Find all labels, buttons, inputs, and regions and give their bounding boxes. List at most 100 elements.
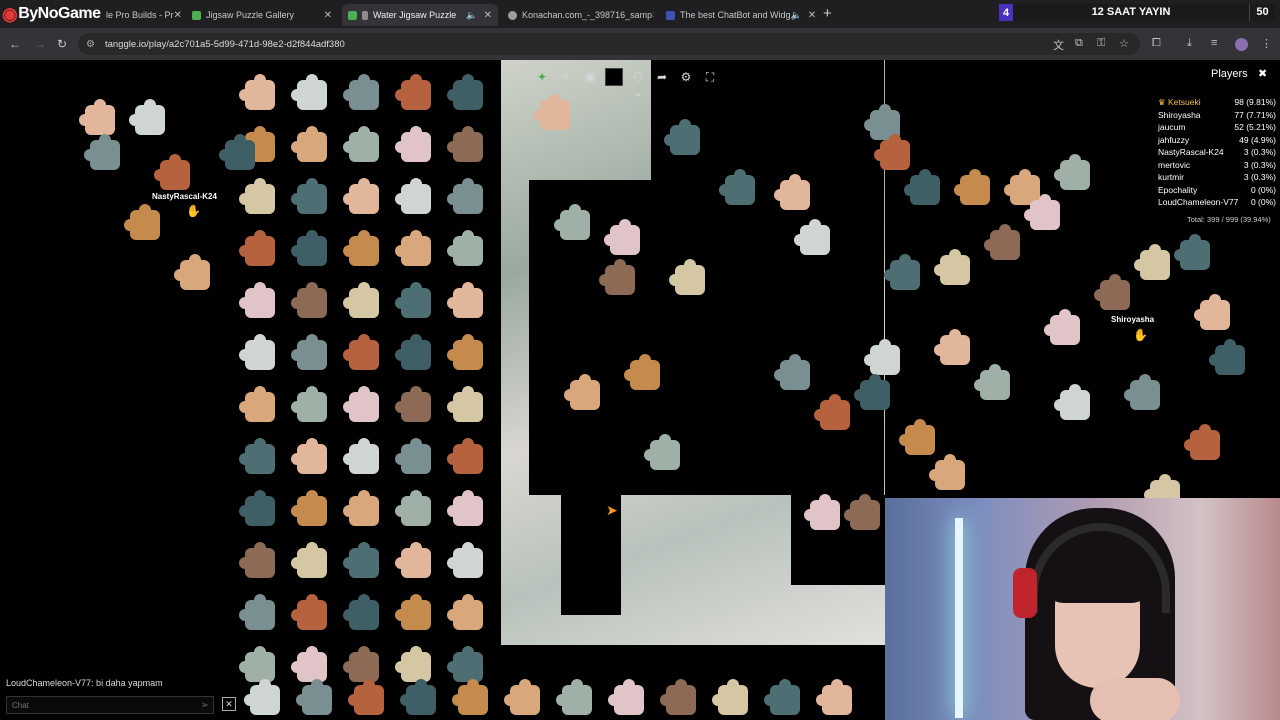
- puzzle-piece[interactable]: [291, 542, 327, 578]
- puzzle-piece[interactable]: [395, 126, 431, 162]
- puzzle-piece[interactable]: [239, 490, 275, 526]
- puzzle-piece[interactable]: [395, 438, 431, 474]
- puzzle-piece[interactable]: [291, 490, 327, 526]
- puzzle-piece[interactable]: [291, 282, 327, 318]
- puzzle-piece[interactable]: [395, 490, 431, 526]
- puzzle-piece[interactable]: [1209, 339, 1245, 375]
- puzzle-piece[interactable]: [447, 126, 483, 162]
- puzzle-piece[interactable]: [154, 154, 190, 190]
- puzzle-piece[interactable]: [1174, 234, 1210, 270]
- puzzle-piece[interactable]: [343, 334, 379, 370]
- close-tab-icon[interactable]: ✕: [484, 10, 492, 21]
- puzzle-piece[interactable]: [934, 329, 970, 365]
- puzzle-piece[interactable]: [712, 679, 748, 715]
- puzzle-piece[interactable]: [395, 74, 431, 110]
- puzzle-piece[interactable]: [239, 386, 275, 422]
- puzzle-piece[interactable]: [291, 646, 327, 682]
- puzzle-piece[interactable]: [239, 594, 275, 630]
- puzzle-piece[interactable]: [1194, 294, 1230, 330]
- puzzle-piece[interactable]: [974, 364, 1010, 400]
- puzzle-piece[interactable]: [343, 386, 379, 422]
- puzzle-piece[interactable]: [239, 438, 275, 474]
- puzzle-piece[interactable]: [395, 594, 431, 630]
- puzzle-piece[interactable]: [929, 454, 965, 490]
- forward-icon[interactable]: →: [34, 37, 46, 51]
- puzzle-piece[interactable]: [447, 282, 483, 318]
- puzzle-piece[interactable]: [239, 74, 275, 110]
- puzzle-piece[interactable]: [395, 178, 431, 214]
- puzzle-piece[interactable]: [764, 679, 800, 715]
- puzzle-piece[interactable]: [79, 99, 115, 135]
- back-icon[interactable]: ←: [9, 37, 21, 51]
- puzzle-piece[interactable]: [291, 230, 327, 266]
- puzzle-piece[interactable]: [343, 490, 379, 526]
- puzzle-piece[interactable]: [934, 249, 970, 285]
- puzzle-piece[interactable]: [669, 259, 705, 295]
- puzzle-piece[interactable]: [447, 230, 483, 266]
- puzzle-piece[interactable]: [343, 594, 379, 630]
- puzzle-piece[interactable]: [291, 178, 327, 214]
- background-color-button[interactable]: [605, 68, 623, 86]
- puzzle-piece[interactable]: [239, 646, 275, 682]
- puzzle-piece[interactable]: [343, 74, 379, 110]
- puzzle-piece[interactable]: [447, 438, 483, 474]
- puzzle-piece[interactable]: [1184, 424, 1220, 460]
- puzzle-piece[interactable]: [664, 119, 700, 155]
- puzzle-piece[interactable]: [564, 374, 600, 410]
- tab-jigsaw-gallery[interactable]: Jigsaw Puzzle Gallery ✕: [186, 4, 338, 26]
- puzzle-piece[interactable]: [174, 254, 210, 290]
- puzzle-piece[interactable]: [816, 679, 852, 715]
- tab-water-jigsaw[interactable]: Water Jigsaw Puzzle 🔈 ✕: [342, 4, 498, 26]
- puzzle-logo-icon[interactable]: ✦: [530, 65, 554, 89]
- puzzle-piece[interactable]: [343, 282, 379, 318]
- puzzle-piece[interactable]: [291, 126, 327, 162]
- puzzle-piece[interactable]: [239, 542, 275, 578]
- chat-input[interactable]: [12, 700, 192, 710]
- puzzle-piece[interactable]: [291, 594, 327, 630]
- puzzle-piece[interactable]: [124, 204, 160, 240]
- puzzle-piece[interactable]: [1134, 244, 1170, 280]
- site-info-icon[interactable]: ⚙: [86, 39, 95, 50]
- puzzle-piece[interactable]: [447, 490, 483, 526]
- extensions-icon[interactable]: ⧠: [1152, 37, 1161, 50]
- puzzle-piece[interactable]: [343, 126, 379, 162]
- puzzle-piece[interactable]: [291, 74, 327, 110]
- send-icon[interactable]: ➢: [201, 700, 209, 711]
- puzzle-piece[interactable]: [984, 224, 1020, 260]
- puzzle-piece[interactable]: [348, 679, 384, 715]
- puzzle-piece[interactable]: [447, 386, 483, 422]
- close-tab-icon[interactable]: ✕: [808, 10, 815, 21]
- puzzle-piece[interactable]: [395, 230, 431, 266]
- settings-gear-icon[interactable]: ⚙: [674, 65, 698, 89]
- preview-image-icon[interactable]: ▣: [578, 65, 602, 89]
- puzzle-piece[interactable]: [447, 178, 483, 214]
- puzzle-piece[interactable]: [244, 679, 280, 715]
- puzzle-piece[interactable]: [874, 134, 910, 170]
- tab-chatbot[interactable]: The best ChatBot and Widg 🔈 ✕: [660, 4, 815, 26]
- puzzle-piece[interactable]: [452, 679, 488, 715]
- puzzle-piece[interactable]: [794, 219, 830, 255]
- puzzle-piece[interactable]: [644, 434, 680, 470]
- puzzle-piece[interactable]: [395, 646, 431, 682]
- puzzle-piece[interactable]: [774, 354, 810, 390]
- puzzle-canvas[interactable]: ✦ ✧ ▣ ⚇ ➦ ⚙ ⛶ ⌃ NastyRascal-K24 ✋ Shiroy…: [0, 60, 1280, 720]
- puzzle-piece[interactable]: [864, 339, 900, 375]
- tab-konachan[interactable]: Konachan.com_-_398716_samp ✕: [502, 4, 654, 26]
- puzzle-piece[interactable]: [534, 94, 570, 130]
- close-chat-icon[interactable]: ✕: [222, 697, 236, 711]
- close-tab-icon[interactable]: ✕: [324, 10, 332, 21]
- puzzle-piece[interactable]: [854, 374, 890, 410]
- puzzle-piece[interactable]: [395, 542, 431, 578]
- puzzle-piece[interactable]: [239, 282, 275, 318]
- puzzle-piece[interactable]: [239, 178, 275, 214]
- puzzle-piece[interactable]: [599, 259, 635, 295]
- puzzle-piece[interactable]: [504, 679, 540, 715]
- fullscreen-icon[interactable]: ⛶: [698, 65, 722, 89]
- puzzle-piece[interactable]: [291, 334, 327, 370]
- puzzle-piece[interactable]: [774, 174, 810, 210]
- puzzle-piece[interactable]: [844, 494, 880, 530]
- tab-builds[interactable]: le Pro Builds - Pr ✕: [100, 4, 182, 26]
- puzzle-piece[interactable]: [954, 169, 990, 205]
- puzzle-piece[interactable]: [395, 386, 431, 422]
- share-icon[interactable]: ➦: [650, 65, 674, 89]
